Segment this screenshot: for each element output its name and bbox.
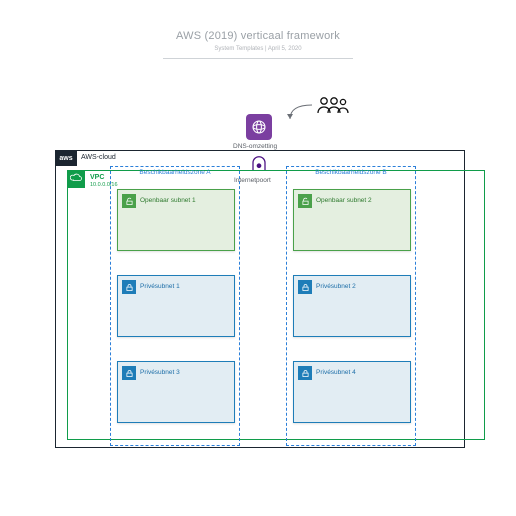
az-a-title: Beschikbaarheidszone A <box>111 167 239 178</box>
vpc-label: VPC <box>90 174 104 181</box>
subnet-label: Privésubnet 1 <box>140 283 180 290</box>
dns-label: DNS-omzetting <box>233 143 277 150</box>
header-divider <box>163 58 353 59</box>
availability-zone-a: Beschikbaarheidszone A Openbaar subnet 1… <box>110 166 240 446</box>
header: AWS (2019) verticaal framework System Te… <box>0 0 516 59</box>
page-title: AWS (2019) verticaal framework <box>0 30 516 42</box>
private-subnet-2: Privésubnet 2 <box>293 275 411 337</box>
lock-closed-icon <box>298 366 312 380</box>
private-subnet-4: Privésubnet 4 <box>293 361 411 423</box>
author: System Templates <box>214 46 263 52</box>
route53-icon <box>246 114 272 140</box>
private-subnet-1: Privésubnet 1 <box>117 275 235 337</box>
public-subnet-2: Openbaar subnet 2 <box>293 189 411 251</box>
subnet-label: Privésubnet 2 <box>316 283 356 290</box>
date: April 5, 2020 <box>268 46 302 52</box>
lock-open-icon <box>122 194 136 208</box>
az-b-title: Beschikbaarheidszone B <box>287 167 415 178</box>
users-icon <box>315 95 349 119</box>
availability-zone-b: Beschikbaarheidszone B Openbaar subnet 2… <box>286 166 416 446</box>
private-subnet-3: Privésubnet 3 <box>117 361 235 423</box>
aws-cloud-icon: aws <box>55 150 77 166</box>
arrow-users-to-dns <box>276 101 316 125</box>
subnet-label: Privésubnet 3 <box>140 369 180 376</box>
lock-closed-icon <box>122 280 136 294</box>
aws-cloud-label: AWS-cloud <box>81 154 116 161</box>
subnet-label: Openbaar subnet 1 <box>140 197 196 204</box>
subnet-label: Openbaar subnet 2 <box>316 197 372 204</box>
page-meta: System Templates | April 5, 2020 <box>0 46 516 52</box>
lock-closed-icon <box>298 280 312 294</box>
subnet-label: Privésubnet 4 <box>316 369 356 376</box>
lock-open-icon <box>298 194 312 208</box>
public-subnet-1: Openbaar subnet 1 <box>117 189 235 251</box>
lock-closed-icon <box>122 366 136 380</box>
vpc-icon <box>67 170 85 188</box>
